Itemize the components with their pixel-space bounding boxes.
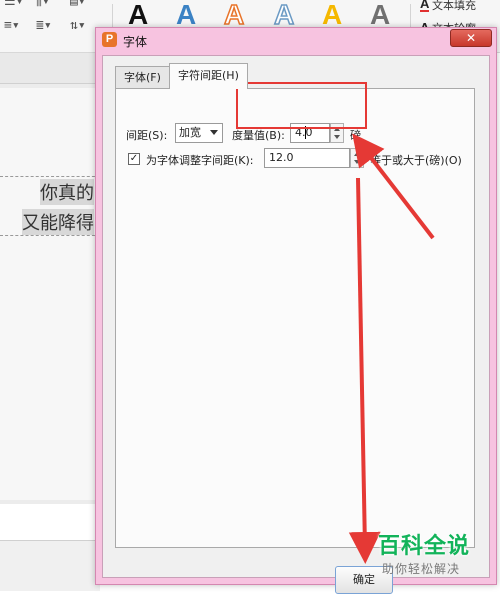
kerning-label: 为字体调整字间距(K): — [146, 154, 254, 167]
watermark-title: 百科全说 — [378, 534, 471, 559]
indent-icon[interactable]: ⫼▾ — [36, 0, 50, 9]
spin-up-icon[interactable] — [354, 152, 360, 156]
slide-page — [0, 88, 100, 500]
spacing-select-value: 加宽 — [179, 126, 201, 139]
list-icon[interactable]: ▤▾ — [70, 0, 86, 9]
text-direction-icon[interactable]: ⇅▾ — [70, 18, 86, 33]
paragraph-spacing-icon[interactable]: ≣▾ — [36, 18, 52, 33]
text-fill-button[interactable]: 文本填充 — [432, 0, 476, 13]
close-button[interactable]: ✕ — [450, 29, 492, 47]
dialog-body: 字体(F) 字符间距(H) 间距(S): 加宽 度量值(B): 4.0 磅 ✓ … — [102, 55, 490, 594]
spin-down-icon[interactable] — [334, 135, 340, 139]
character-spacing-panel: 间距(S): 加宽 度量值(B): 4.0 磅 ✓ 为字体调整字间距(K): 1… — [115, 88, 475, 548]
text-fill-icon[interactable]: A — [420, 0, 430, 12]
dialog-titlebar[interactable]: P 字体 ✕ — [96, 28, 496, 52]
watermark-subtitle: 助你轻松解决 — [382, 562, 461, 576]
ruler-strip — [0, 53, 100, 84]
slide-text-line: 又能降得 — [22, 209, 94, 235]
kerning-size-input[interactable]: 12.0 — [264, 148, 350, 168]
watermark: 百科全说 助你轻松解决 — [372, 528, 496, 584]
line-spacing-icon[interactable]: ≡▾ — [4, 18, 20, 33]
kerning-suffix: 等于或大于(磅)(O) — [370, 154, 462, 167]
slide-text-line: 你真的 — [40, 179, 94, 205]
dialog-title: 字体 — [123, 35, 148, 49]
highlight-box — [236, 82, 367, 129]
measure-label: 度量值(B): — [232, 129, 285, 142]
spacing-label: 间距(S): — [126, 129, 168, 142]
status-bar — [0, 540, 100, 591]
tab-font[interactable]: 字体(F) — [115, 66, 170, 88]
spacing-select[interactable]: 加宽 — [175, 123, 223, 143]
align-icon[interactable]: ☰▾ — [4, 0, 23, 9]
chevron-down-icon — [210, 130, 218, 135]
spin-down-icon[interactable] — [354, 160, 360, 164]
kerning-checkbox[interactable]: ✓ — [128, 153, 140, 165]
kerning-size-value: 12.0 — [269, 151, 294, 164]
app-logo-icon: P — [102, 32, 117, 47]
kerning-spinner[interactable] — [350, 148, 364, 168]
measure-unit: 磅 — [350, 129, 361, 142]
tab-character-spacing[interactable]: 字符间距(H) — [169, 63, 248, 89]
slide-textbox[interactable]: 你真的 又能降得 — [0, 176, 100, 236]
